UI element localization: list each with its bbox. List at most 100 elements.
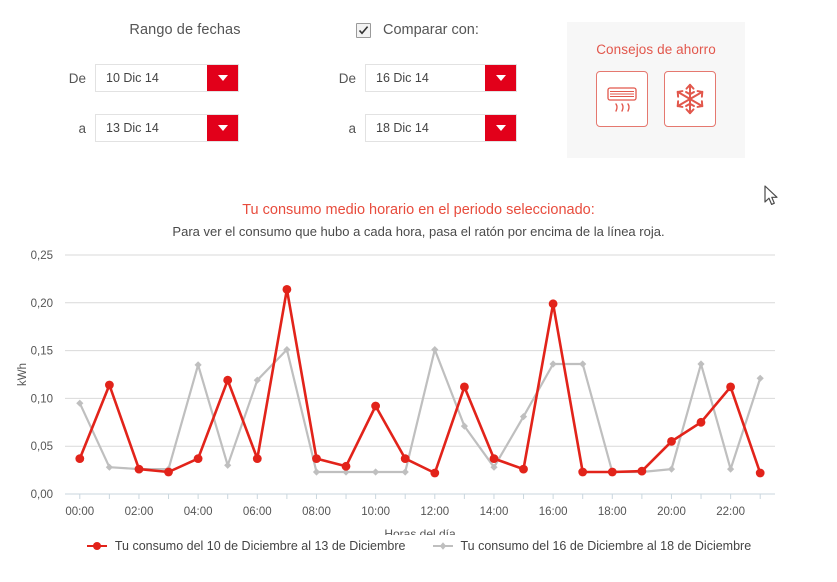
data-point (579, 360, 587, 368)
y-tick-label: 0,15 (31, 346, 53, 358)
data-point (667, 437, 676, 446)
compare-checkbox[interactable] (356, 22, 371, 38)
data-point (400, 454, 410, 463)
data-point (312, 468, 321, 476)
data-point (341, 461, 351, 471)
x-tick-label: 22:00 (716, 506, 745, 518)
data-point (371, 401, 380, 411)
compare-to-select[interactable]: 18 Dic 14 (365, 114, 517, 142)
data-point (637, 466, 647, 476)
snowflake-icon (676, 83, 704, 115)
legend-item-series-1[interactable]: Tu consumo del 16 de Diciembre al 18 de … (432, 539, 752, 553)
chevron-down-icon[interactable] (485, 65, 516, 91)
chevron-down-icon[interactable] (207, 115, 238, 141)
x-tick-label: 14:00 (480, 506, 509, 518)
x-tick-label: 06:00 (243, 506, 272, 518)
compare-header: Comparar con: (356, 22, 560, 38)
y-axis-title: kWh (17, 363, 29, 386)
date-range-title: Rango de fechas (129, 22, 241, 38)
series-0 (75, 285, 765, 478)
data-point (194, 361, 202, 369)
cooling-tip-button[interactable] (664, 71, 716, 127)
data-point (252, 454, 262, 463)
heater-icon (607, 87, 637, 112)
x-tick-label: 20:00 (657, 506, 686, 518)
data-point (224, 461, 232, 469)
compare-to-row: a 18 Dic 14 (330, 114, 560, 142)
data-point (105, 463, 113, 471)
y-tick-label: 0,10 (31, 393, 53, 405)
chart-subtitle: Para ver el consumo que hubo a cada hora… (172, 224, 665, 239)
data-point (312, 454, 321, 463)
date-range-to-select[interactable]: 13 Dic 14 (95, 114, 239, 142)
chevron-down-icon[interactable] (485, 115, 516, 141)
date-range-from-select[interactable]: 10 Dic 14 (95, 64, 239, 92)
controls-bar: Rango de fechas De 10 Dic 14 a 13 Dic 14 (0, 0, 837, 170)
consumption-chart: Tu consumo medio horario en el periodo s… (0, 170, 837, 582)
x-tick-label: 10:00 (361, 506, 390, 518)
chart-title: Tu consumo medio horario en el periodo s… (242, 202, 595, 218)
data-point (193, 454, 203, 463)
x-axis-title: Horas del día (384, 527, 456, 535)
data-point (607, 467, 617, 477)
data-point (431, 346, 439, 354)
x-tick-label: 00:00 (65, 506, 94, 518)
savings-tips-card: Consejos de ahorro (567, 22, 745, 158)
chevron-down-icon[interactable] (207, 65, 238, 91)
data-point (164, 467, 173, 477)
data-point (696, 417, 706, 427)
data-point (667, 465, 676, 473)
x-tick-label: 02:00 (125, 506, 154, 518)
date-range-from-value: 10 Dic 14 (106, 71, 159, 85)
mouse-pointer-icon (764, 185, 780, 212)
legend-item-series-0[interactable]: Tu consumo del 10 de Diciembre al 13 de … (86, 539, 406, 553)
date-range-to-label: a (78, 120, 86, 136)
compare-from-select[interactable]: 16 Dic 14 (365, 64, 517, 92)
y-tick-label: 0,25 (31, 250, 53, 262)
data-point (578, 467, 588, 477)
y-tick-label: 0,20 (31, 298, 53, 310)
data-point (519, 464, 528, 474)
heating-tip-button[interactable] (596, 71, 648, 127)
x-tick-label: 18:00 (598, 506, 627, 518)
data-point (430, 468, 440, 478)
date-range-panel: Rango de fechas De 10 Dic 14 a 13 Dic 14 (60, 22, 310, 164)
data-point (401, 468, 409, 476)
compare-to-value: 18 Dic 14 (376, 121, 429, 135)
data-point (134, 464, 144, 474)
data-point (697, 360, 705, 368)
compare-from-value: 16 Dic 14 (376, 71, 429, 85)
compare-to-label: a (348, 120, 356, 136)
chart-legend: Tu consumo del 10 de Diciembre al 13 de … (0, 539, 837, 553)
series-line-0 (78, 288, 762, 475)
savings-tips-title: Consejos de ahorro (596, 42, 716, 57)
date-range-from-row: De 10 Dic 14 (60, 64, 310, 92)
x-tick-label: 08:00 (302, 506, 331, 518)
x-tick-label: 04:00 (184, 506, 213, 518)
legend-label-series-1: Tu consumo del 16 de Diciembre al 18 de … (460, 539, 752, 553)
app-root: Rango de fechas De 10 Dic 14 a 13 Dic 14 (0, 0, 837, 582)
data-point (755, 468, 765, 478)
compare-from-label: De (338, 70, 356, 86)
data-point (726, 382, 735, 392)
data-point (727, 465, 735, 473)
y-tick-label: 0,05 (31, 441, 53, 453)
data-point (282, 285, 292, 294)
data-point (372, 468, 380, 476)
legend-label-series-0: Tu consumo del 10 de Diciembre al 13 de … (114, 539, 406, 553)
data-point (548, 299, 558, 309)
data-point (489, 454, 499, 463)
date-range-to-row: a 13 Dic 14 (60, 114, 310, 142)
legend-marker-gray (432, 542, 453, 550)
data-point (223, 375, 233, 385)
x-tick-label: 16:00 (539, 506, 568, 518)
compare-panel: Comparar con: De 16 Dic 14 a 18 Dic 14 (330, 22, 560, 164)
chart-plot-area[interactable]: 0,00 0,05 0,10 0,15 0,20 0,25 kWh 00:00 02:00 04:… (0, 245, 837, 535)
x-tick-label: 12:00 (420, 506, 449, 518)
data-point (76, 399, 84, 407)
check-icon (358, 25, 369, 35)
savings-tips-icons (567, 71, 745, 127)
y-tick-label: 0,00 (31, 489, 53, 501)
compare-from-row: De 16 Dic 14 (330, 64, 560, 92)
legend-marker-red (86, 542, 107, 550)
